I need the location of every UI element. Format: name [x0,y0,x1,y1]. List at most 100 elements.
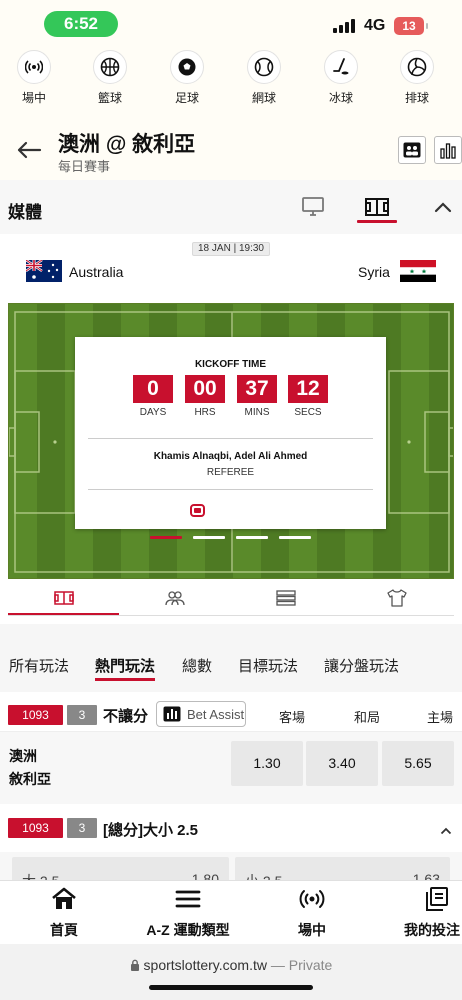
sport-label: 足球 [174,91,199,105]
odds-button-over[interactable]: 大 2.5 1.80 [12,857,229,882]
sports-nav: 場中 籃球 足球 網球 冰球 排球 [0,50,462,112]
media-bar: 媒體 [0,180,462,234]
sport-label: 籃球 [97,91,122,105]
page-title: 澳洲 @ 敘利亞 [58,133,196,156]
video-tab[interactable] [293,190,333,224]
tab-pitch[interactable] [8,580,119,616]
browser-url-bar[interactable]: sportslottery.com.tw — Private [0,944,462,1000]
bar-chart-icon [163,706,181,722]
nav-home[interactable]: 首頁 [44,887,84,940]
divider [88,489,373,490]
back-arrow-icon[interactable] [16,140,42,160]
lock-icon [130,959,139,971]
url-domain: sportslottery.com.tw [143,957,267,973]
countdown-hours: 00 [185,375,225,403]
tab-all-markets[interactable]: 所有玩法 [9,655,69,676]
carousel-indicator-active[interactable] [150,536,182,539]
pitch-tab[interactable] [357,190,397,224]
divider [88,438,373,439]
sport-label: 冰球 [328,91,353,105]
tab-totals[interactable]: 總數 [182,655,212,676]
carousel-indicator[interactable] [236,536,268,539]
bet-assist-button[interactable]: Bet Assist [156,701,246,727]
bet-assist-label: Bet Assist [187,706,245,722]
nav-live[interactable]: 場中 [292,887,332,940]
private-label: — Private [270,957,333,973]
market-id-badge: 1093 [8,818,63,838]
carousel-indicator[interactable] [193,536,225,539]
column-away: 客場 [278,710,305,725]
network-type: 4G [364,17,386,34]
soccer-ball-icon [170,50,204,84]
tab-lineups[interactable] [119,580,230,616]
sport-item-basketball[interactable]: 籃球 [80,50,140,106]
tab-kit[interactable] [341,580,452,616]
odds-button-home[interactable]: 5.65 [382,741,454,786]
odds-button-under[interactable]: 小 2.5 1.63 [235,857,450,882]
clock: 6:52 [44,11,118,37]
countdown-secs: 12 [288,375,328,403]
countdown-days-label: DAYS [139,407,167,418]
nav-label: 場中 [298,922,326,938]
countdown-mins: 37 [237,375,277,403]
match-tracker: 18 JAN | 19:30 Australia Syria KICKOFF T… [0,234,462,624]
australia-flag-icon [25,259,62,282]
countdown-days: 0 [133,375,173,403]
status-bar: 6:52 4G 13 [0,0,462,50]
live-broadcast-icon [299,890,325,908]
referee-label: REFEREE [206,467,255,478]
match-tabs [8,580,454,616]
nav-label: A-Z 運動類型 [146,922,230,938]
collapse-button[interactable] [423,190,462,224]
tv-icon [190,504,205,517]
sport-label: 排球 [404,91,429,105]
tab-popular-markets[interactable]: 熱門玩法 [95,655,155,676]
sport-label: 場中 [21,91,46,105]
monitor-icon [302,197,324,216]
kickoff-countdown-card: KICKOFF TIME 0 00 37 12 DAYS HRS MINS SE… [75,337,386,529]
column-draw: 和局 [353,710,380,725]
nav-my-bets[interactable]: 我的投注 [404,887,462,940]
lineup-button[interactable] [398,136,426,164]
home-indicator [149,985,313,990]
market-section-moneyline: 1093 3 不讓分 Bet Assist 客場 和局 主場 [0,694,462,732]
nav-label: 我的投注 [404,922,460,938]
market-count-badge: 3 [67,818,97,838]
market-count-badge: 3 [67,705,97,725]
sport-item-ice-hockey[interactable]: 冰球 [311,50,371,106]
ice-hockey-icon [324,50,358,84]
chevron-up-icon[interactable] [440,822,452,840]
sport-label: 網球 [251,91,276,105]
lineup-icon [403,142,421,158]
odds-button-draw[interactable]: 3.40 [306,741,378,786]
column-home: 主場 [426,710,453,725]
players-icon [164,591,185,606]
odds-button-away[interactable]: 1.30 [231,741,303,786]
live-broadcast-icon [17,50,51,84]
market-name: [總分]大小 2.5 [103,822,199,839]
tab-stats[interactable] [230,580,341,616]
tab-goal-markets[interactable]: 目標玩法 [238,655,298,676]
media-label: 媒體 [8,203,42,222]
team-name-first: 澳洲 [9,748,37,764]
away-team-name: Syria [358,264,390,280]
carousel-indicator[interactable] [279,536,311,539]
bar-chart-icon [440,143,456,159]
active-tab-indicator [357,220,397,223]
tab-handicap-markets[interactable]: 讓分盤玩法 [324,655,399,676]
sport-item-soccer[interactable]: 足球 [157,50,217,106]
sport-item-live[interactable]: 場中 [4,50,64,106]
nav-a-z-sports[interactable]: A-Z 運動類型 [138,887,238,940]
active-tab-indicator [95,678,155,681]
tennis-ball-icon [247,50,281,84]
home-team-name: Australia [69,264,124,280]
basketball-icon [93,50,127,84]
team-name-second: 敘利亞 [9,771,51,787]
sport-item-volleyball[interactable]: 排球 [387,50,447,106]
referee-name: Khamis Alnaqbi, Adel Ali Ahmed [153,451,308,462]
bottom-nav: 首頁 A-Z 運動類型 場中 我的投注 [0,880,462,944]
stats-button[interactable] [434,136,462,164]
menu-icon [175,890,201,908]
sport-item-tennis[interactable]: 網球 [234,50,294,106]
countdown-hours-label: HRS [194,407,216,418]
